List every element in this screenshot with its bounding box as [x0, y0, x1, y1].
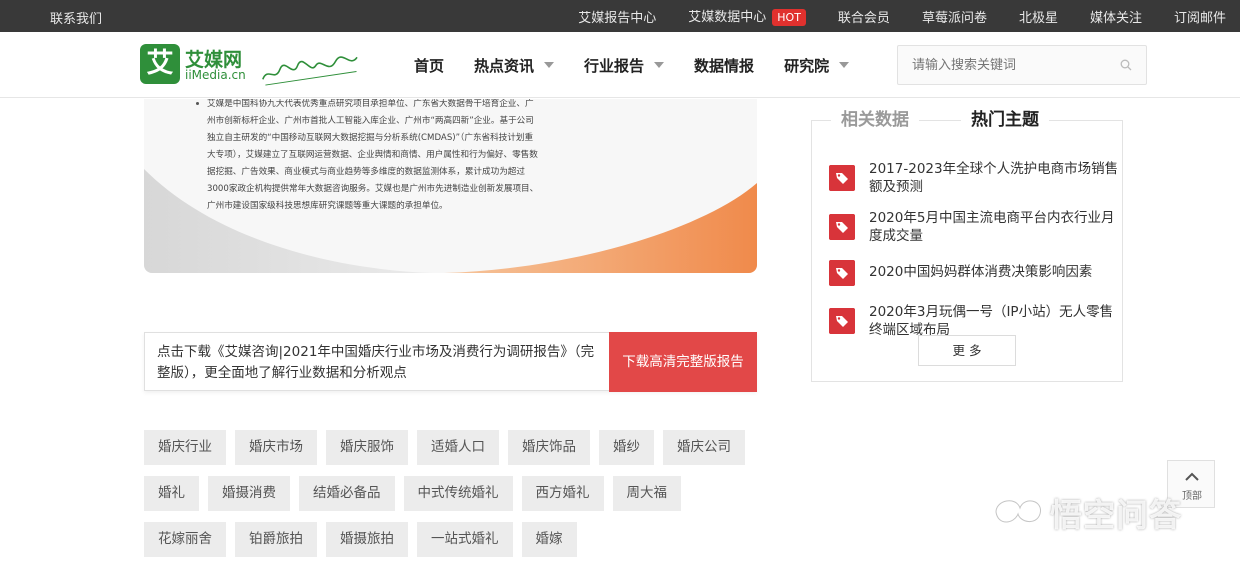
- tag[interactable]: 铂爵旅拍: [235, 522, 317, 557]
- search-box: [897, 45, 1147, 85]
- watermark: 悟空问答: [990, 488, 1230, 534]
- top-link-report-center[interactable]: 艾媒报告中心: [578, 7, 656, 26]
- keyword-tags: 婚庆行业 婚庆市场 婚庆服饰 适婚人口 婚庆饰品 婚纱 婚庆公司 婚礼 婚摄消费…: [144, 430, 764, 568]
- chevron-up-icon: [1185, 472, 1199, 481]
- list-item[interactable]: 2020年3月玩偶一号（IP小站）无人零售终端区域布局: [829, 303, 1119, 339]
- search-icon[interactable]: [1120, 59, 1132, 71]
- tag[interactable]: 婚庆服饰: [326, 430, 408, 465]
- price-tag-icon: [829, 214, 855, 240]
- tag[interactable]: 花嫁丽舍: [144, 522, 226, 557]
- tag[interactable]: 婚礼: [144, 476, 199, 511]
- tag[interactable]: 婚摄旅拍: [326, 522, 408, 557]
- hot-badge: HOT: [772, 9, 806, 26]
- promo-intro-text: 艾媒是中国科协九大代表优秀重点研究项目承担单位、广东省大数据骨干培育企业、广州市…: [207, 99, 539, 211]
- nav-home[interactable]: 首页: [414, 55, 444, 76]
- list-item[interactable]: 2020中国妈妈群体消费决策影响因素: [829, 260, 1119, 286]
- tag[interactable]: 一站式婚礼: [417, 522, 513, 557]
- tag[interactable]: 西方婚礼: [521, 476, 604, 511]
- top-link-polaris[interactable]: 北极星: [1019, 7, 1058, 26]
- tag[interactable]: 周大福: [612, 476, 681, 511]
- tag[interactable]: 结婚必备品: [299, 476, 395, 511]
- tag[interactable]: 中式传统婚礼: [403, 476, 513, 511]
- hot-topic-list: 2017-2023年全球个人洗护电商市场销售额及预测 2020年5月中国主流电商…: [829, 160, 1119, 352]
- nav-hot-news[interactable]: 热点资讯: [474, 55, 555, 76]
- tag[interactable]: 婚庆公司: [663, 430, 745, 465]
- nav-data-intel-label[interactable]: 数据情报: [694, 55, 754, 76]
- nav-home-label[interactable]: 首页: [414, 55, 444, 76]
- logo-slogan-handwriting: [262, 56, 358, 86]
- nav-institute[interactable]: 研究院: [784, 55, 850, 76]
- watermark-text: 悟空问答: [1050, 496, 1183, 534]
- tag[interactable]: 婚庆行业: [144, 430, 226, 465]
- tag-row: 婚庆行业 婚庆市场 婚庆服饰 适婚人口 婚庆饰品 婚纱 婚庆公司: [144, 430, 764, 465]
- tag-row: 花嫁丽舍 铂爵旅拍 婚摄旅拍 一站式婚礼 婚嫁: [144, 522, 764, 557]
- list-item[interactable]: 2020年5月中国主流电商平台内衣行业月度成交量: [829, 209, 1119, 245]
- promo-banner-image: 艾媒是中国科协九大代表优秀重点研究项目承担单位、广东省大数据骨干培育企业、广州市…: [144, 99, 757, 273]
- nav-institute-label[interactable]: 研究院: [784, 55, 829, 76]
- price-tag-icon: [829, 165, 855, 191]
- list-item[interactable]: 2017-2023年全球个人洗护电商市场销售额及预测: [829, 160, 1119, 196]
- site-logo[interactable]: 艾 艾媒网 iiMedia.cn: [140, 44, 370, 86]
- wukong-logo-icon: [994, 499, 1042, 524]
- top-link-subscribe[interactable]: 订阅邮件: [1174, 7, 1226, 26]
- list-item-title[interactable]: 2017-2023年全球个人洗护电商市场销售额及预测: [869, 161, 1118, 195]
- tag[interactable]: 婚嫁: [521, 522, 577, 557]
- main-nav: 首页 热点资讯 行业报告 数据情报 研究院: [414, 32, 879, 98]
- download-report-bar: 点击下载《艾媒咨询|2021年中国婚庆行业市场及消费行为调研报告》（完整版），更…: [144, 332, 757, 392]
- top-link-data-center[interactable]: 艾媒数据中心 HOT: [688, 6, 806, 26]
- intro-bullet: [196, 102, 199, 105]
- top-link-media[interactable]: 媒体关注: [1090, 7, 1142, 26]
- price-tag-icon: [829, 260, 855, 286]
- download-report-text[interactable]: 点击下载《艾媒咨询|2021年中国婚庆行业市场及消费行为调研报告》（完整版），更…: [157, 342, 607, 384]
- chevron-down-icon: [654, 62, 665, 68]
- nav-data-intel[interactable]: 数据情报: [694, 55, 754, 76]
- search-input[interactable]: [898, 46, 1108, 84]
- tab-hot-topics[interactable]: 热门主题: [961, 105, 1049, 130]
- tag[interactable]: 婚纱: [599, 430, 654, 465]
- top-link-membership[interactable]: 联合会员: [838, 7, 890, 26]
- sidebar-tabs: 相关数据 热门主题: [811, 105, 1123, 135]
- nav-industry-report-label[interactable]: 行业报告: [584, 55, 644, 76]
- list-item-title[interactable]: 2020年5月中国主流电商平台内衣行业月度成交量: [869, 210, 1114, 244]
- nav-industry-report[interactable]: 行业报告: [584, 55, 665, 76]
- nav-hot-news-label[interactable]: 热点资讯: [474, 55, 534, 76]
- logo-mark-icon: 艾: [140, 44, 180, 84]
- logo-name-en: iiMedia.cn: [185, 68, 246, 82]
- list-item-title[interactable]: 2020中国妈妈群体消费决策影响因素: [869, 264, 1092, 280]
- download-report-button[interactable]: 下载高清完整版报告: [609, 332, 757, 392]
- top-utility-bar: 联系我们 艾媒报告中心 艾媒数据中心 HOT 联合会员 草莓派问卷 北极星 媒体关…: [0, 0, 1240, 32]
- contact-us-link[interactable]: 联系我们: [50, 8, 102, 27]
- top-link-survey[interactable]: 草莓派问卷: [922, 7, 987, 26]
- tag[interactable]: 婚庆市场: [235, 430, 317, 465]
- list-item-title[interactable]: 2020年3月玩偶一号（IP小站）无人零售终端区域布局: [869, 304, 1113, 338]
- more-button[interactable]: 更 多: [918, 335, 1016, 366]
- price-tag-icon: [829, 308, 855, 334]
- top-link-data-center-label[interactable]: 艾媒数据中心: [688, 10, 766, 25]
- tab-related-data[interactable]: 相关数据: [831, 105, 919, 130]
- tag-row: 婚礼 婚摄消费 结婚必备品 中式传统婚礼 西方婚礼 周大福: [144, 476, 764, 511]
- tag[interactable]: 婚摄消费: [208, 476, 290, 511]
- chevron-down-icon: [544, 62, 555, 68]
- tag[interactable]: 婚庆饰品: [508, 430, 590, 465]
- chevron-down-icon: [839, 62, 850, 68]
- site-header: 艾 艾媒网 iiMedia.cn 首页 热点资讯 行业报告 数据情报 研究院: [0, 32, 1240, 98]
- tag[interactable]: 适婚人口: [417, 430, 499, 465]
- top-links: 艾媒报告中心 艾媒数据中心 HOT 联合会员 草莓派问卷 北极星 媒体关注 订阅邮…: [546, 0, 1226, 32]
